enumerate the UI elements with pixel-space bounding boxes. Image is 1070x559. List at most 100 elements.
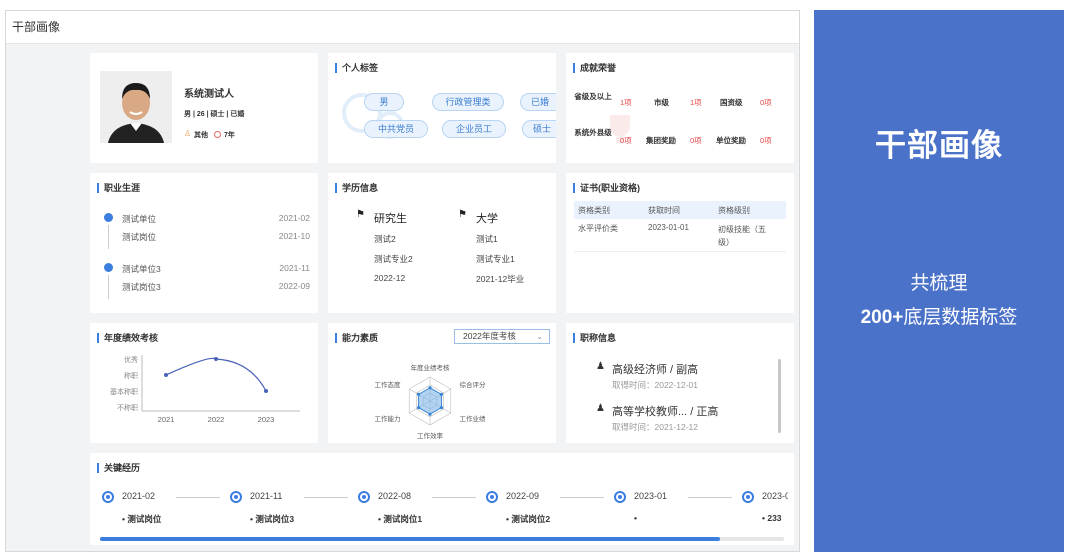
title-person-icon: ♟ — [596, 361, 605, 372]
key-exp-date: 2021-02 — [122, 491, 156, 501]
honor-label-2: 国资级 — [720, 98, 743, 107]
honor-value-0: 1项 — [620, 98, 632, 107]
honor-label-0: 省级及以上 — [574, 92, 612, 101]
side-line-2-text: 底层数据标签 — [903, 307, 1018, 328]
career-dot-1 — [104, 263, 113, 272]
cert-cell-1: 2023-01-01 — [648, 223, 689, 232]
career-end-1: 2022-09 — [278, 281, 310, 291]
key-exp-marker-icon — [102, 491, 114, 503]
bullet-icon: • — [634, 513, 637, 523]
honor-value-3: 0项 — [620, 136, 632, 145]
honor-label-1: 市级 — [654, 98, 669, 107]
key-experience-card: 关键经历 2021-02 • 测试岗位 2021-11 • 测试岗位3 2022-08 •… — [90, 453, 794, 545]
key-exp-date: 2023-01 — [634, 491, 668, 501]
tag-0[interactable]: 男 — [364, 93, 404, 111]
radar-axis-label: 工作效率 — [417, 431, 444, 440]
career-start-1: 2021-11 — [279, 263, 310, 273]
performance-series-line — [165, 357, 267, 392]
key-exp-post: • 测试岗位1 — [378, 513, 422, 525]
x-tick-label: 2022 — [208, 415, 225, 424]
honor-value-4: 0项 — [690, 136, 702, 145]
tag-5[interactable]: 硕士 — [522, 120, 556, 138]
key-exp-connector — [304, 497, 348, 498]
grad-cap-icon: ⚑ — [356, 209, 365, 220]
radar-axis-label: 工作能力 — [375, 414, 401, 423]
performance-data-point — [214, 357, 218, 361]
cert-header-0: 资格类别 — [578, 206, 610, 215]
tag-4[interactable]: 企业员工 — [442, 120, 506, 138]
key-exp-post: • 测试岗位 — [122, 513, 161, 525]
career-card: 职业生涯 测试单位 2021-02 测试岗位 2021-10 测试单位3 202… — [90, 173, 318, 313]
certificate-title: 证书(职业资格) — [573, 183, 640, 193]
ability-card: 能力素质 2022年度考核 ⌄ 年度业绩考核 综合评分 工作业绩 工作效率 工作能力 工作… — [328, 323, 556, 443]
career-line-0 — [108, 225, 109, 249]
profile-name: 系统测试人 — [184, 89, 234, 100]
radar-data-point — [428, 386, 432, 390]
portrait-app-window: 干部画像 系统测试人 男 | 26 | 硕士 | 已婚 ♙ 其他 7年 个人标签… — [5, 10, 800, 552]
honor-label-5: 单位奖励 — [716, 136, 746, 145]
honor-value-1: 1项 — [690, 98, 702, 107]
key-exp-post-text: 测试岗位1 — [383, 514, 423, 524]
title-person-icon: ♟ — [596, 403, 605, 414]
key-exp-connector — [560, 497, 604, 498]
title-name-0: 高级经济师 / 副高 — [612, 364, 699, 376]
key-exp-scrollbar-thumb[interactable] — [100, 537, 720, 541]
edu-date-0: 2022-12 — [374, 273, 406, 283]
x-tick-label: 2023 — [258, 415, 275, 424]
grad-cap-icon: ⚑ — [458, 209, 467, 220]
edu-school-1: 测试1 — [476, 234, 498, 244]
performance-data-point — [164, 373, 168, 377]
tag-3[interactable]: 中共党员 — [364, 120, 428, 138]
key-exp-post-text: 233 — [767, 513, 782, 523]
key-exp-scrollbar-track — [100, 537, 784, 541]
titles-title: 职称信息 — [573, 333, 616, 343]
radar-data-point — [416, 392, 421, 396]
key-exp-post: • 测试岗位3 — [250, 513, 294, 525]
honor-value-5: 0项 — [760, 136, 772, 145]
edu-level-1: 大学 — [476, 213, 498, 225]
side-count: 200+ — [860, 307, 904, 328]
side-line-1: 共梳理 — [910, 273, 968, 294]
clock-icon — [214, 131, 221, 138]
edu-level-0: 研究生 — [374, 213, 407, 225]
performance-card: 年度绩效考核 不称职 基本称职 称职 优秀 2021 2022 2023 — [90, 323, 318, 443]
honor-label-3: 系统外县级 — [574, 128, 612, 137]
edu-date-1: 2021-12毕业 — [476, 274, 525, 284]
performance-chart: 不称职 基本称职 称职 优秀 2021 2022 2023 — [110, 355, 300, 424]
side-panel: 干部画像 共梳理 200+底层数据标签 — [814, 10, 1064, 552]
radar-data-point — [416, 406, 421, 410]
person-icon: ♙ — [184, 129, 192, 138]
cert-header-1: 获取时间 — [648, 206, 680, 215]
key-exp-post: • 测试岗位2 — [506, 513, 550, 525]
title-date-0: 取得时间：2022-12-01 — [612, 380, 698, 390]
title-name-1: 高等学校教师... / 正高 — [612, 406, 719, 418]
radar-data-point — [428, 412, 432, 416]
y-tick-label: 基本称职 — [110, 387, 138, 396]
key-exp-post-text: 测试岗位 — [127, 514, 162, 524]
edu-major-1: 测试专业1 — [476, 254, 515, 264]
career-dot-0 — [104, 213, 113, 222]
key-exp-date: 2023-0 — [762, 491, 788, 501]
cert-cell-2: 初级技能（五级） — [718, 225, 766, 247]
tag-2[interactable]: 已婚 — [520, 93, 556, 111]
titles-scrollbar[interactable] — [778, 359, 781, 433]
education-card: 学历信息 ⚑ 研究生 测试2 测试专业2 2022-12 ⚑ 大学 测试1 测试… — [328, 173, 556, 313]
honors-title: 成就荣誉 — [573, 63, 616, 73]
key-exp-marker-icon — [486, 491, 498, 503]
app-title: 干部画像 — [6, 11, 799, 44]
radar-data-point — [439, 406, 444, 410]
edu-school-0: 测试2 — [374, 234, 396, 244]
honors-card: 成就荣誉 省级及以上 1项 市级 1项 国资级 0项 系统外县级 0项 集团奖励… — [566, 53, 794, 163]
key-exp-marker-icon — [614, 491, 626, 503]
key-exp-post-text: 测试岗位2 — [511, 514, 551, 524]
career-start-0: 2021-02 — [278, 213, 310, 223]
tags-title: 个人标签 — [335, 63, 378, 73]
key-exp-post: • 233 — [762, 513, 782, 523]
key-exp-connector — [176, 497, 220, 498]
radar-axis-label: 综合评分 — [459, 380, 486, 389]
key-exp-marker-icon — [230, 491, 242, 503]
edu-major-0: 测试专业2 — [374, 254, 413, 264]
tag-1[interactable]: 行政管理类 — [432, 93, 504, 111]
key-exp-connector — [432, 497, 476, 498]
career-post-1: 测试岗位3 — [122, 282, 161, 292]
